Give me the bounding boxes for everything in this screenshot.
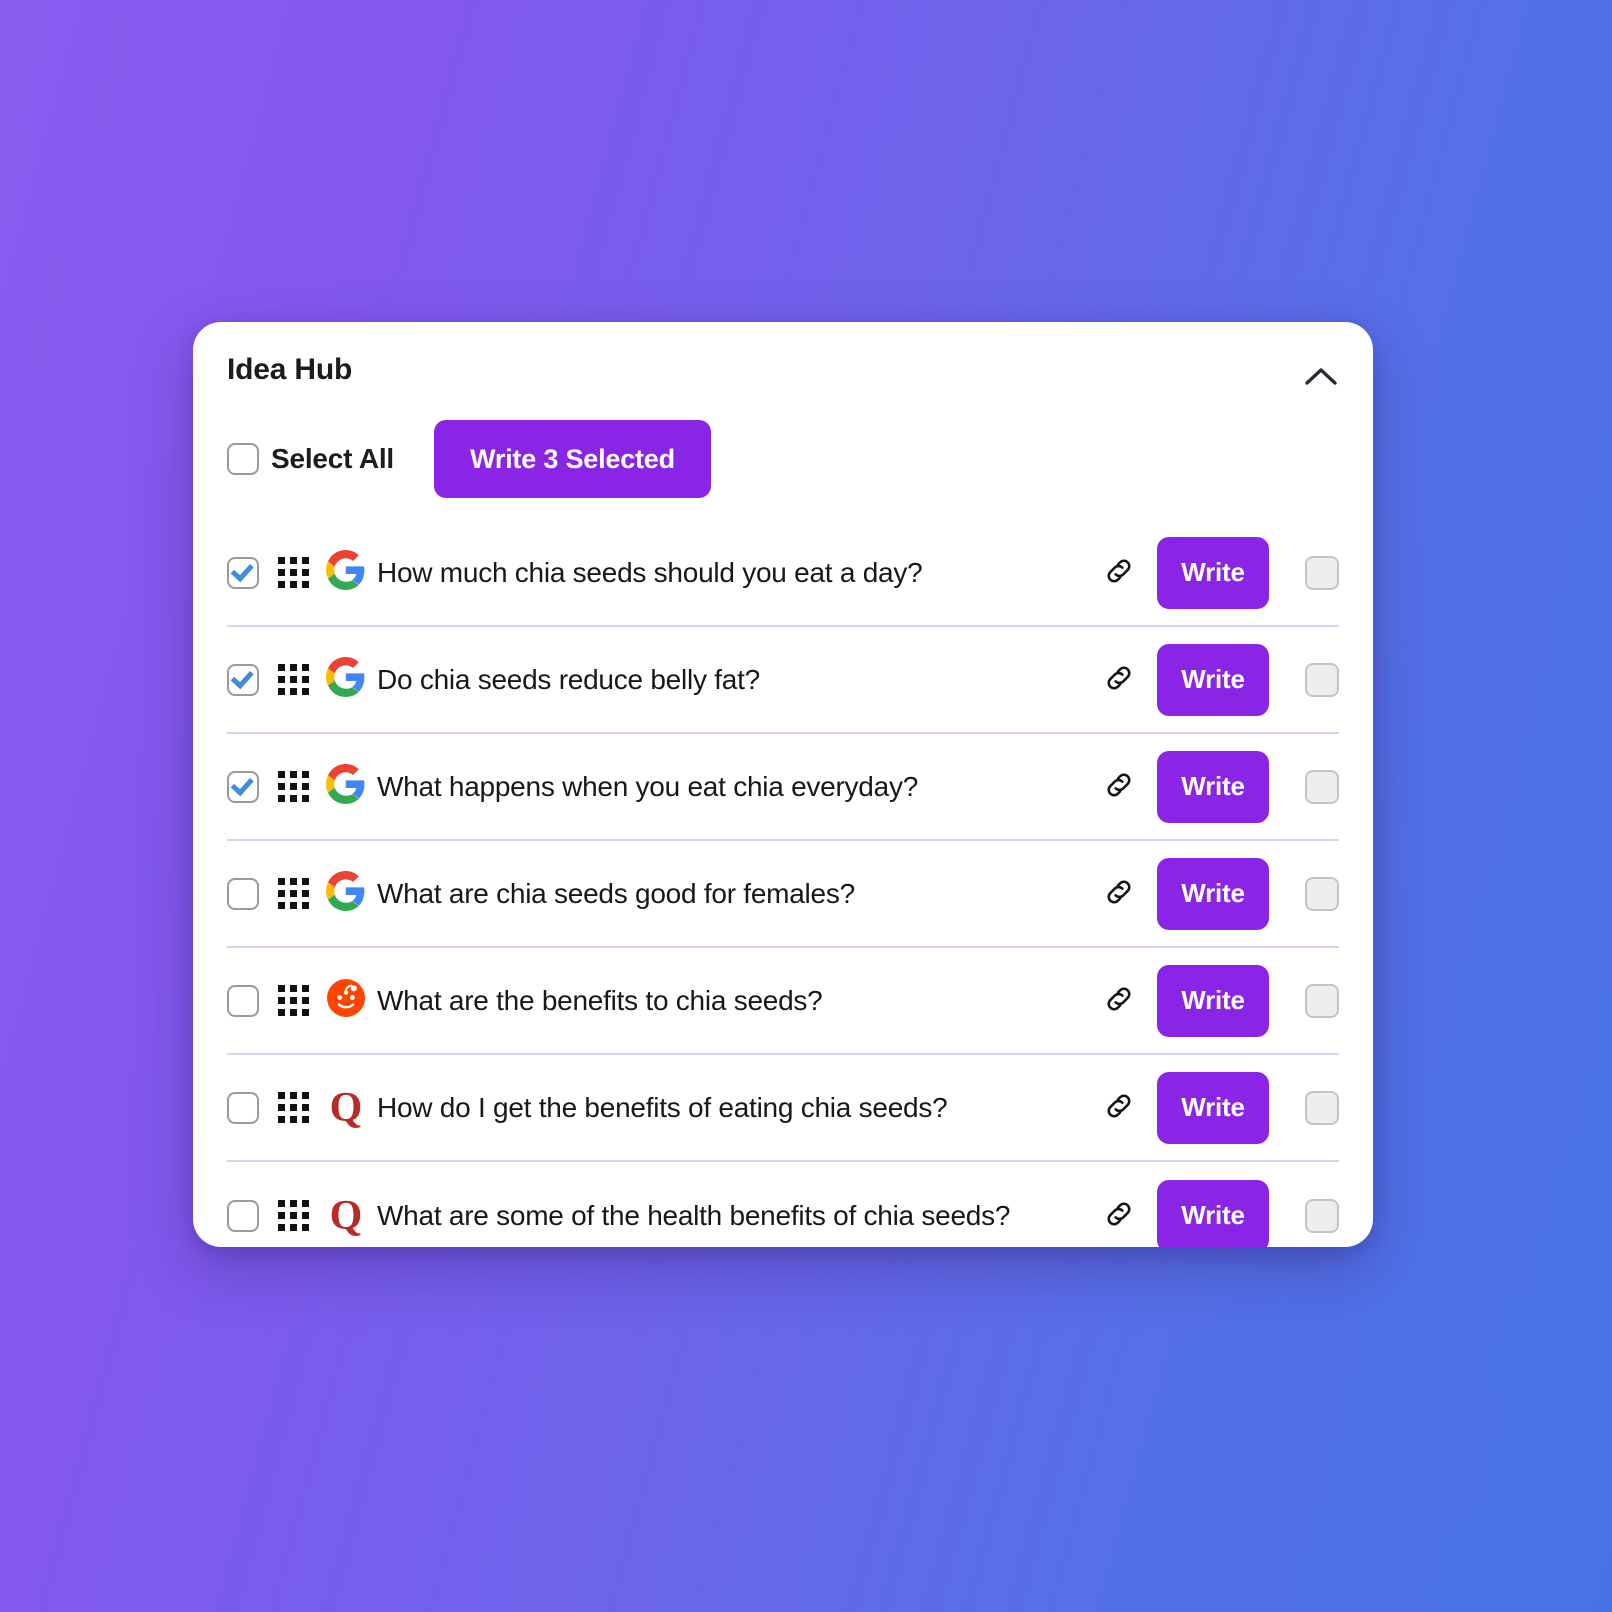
row-source-icon — [315, 978, 377, 1023]
row-keyword-text: What are chia seeds good for females? — [377, 877, 855, 909]
google-icon — [326, 657, 366, 702]
drag-handle-icon — [277, 1200, 309, 1231]
row-select-cell — [227, 663, 271, 696]
row-link-button[interactable] — [1091, 769, 1147, 804]
card-header: Idea Hub — [193, 322, 1373, 398]
drag-handle-icon — [277, 985, 309, 1016]
row-source-icon — [315, 657, 377, 702]
write-selected-button[interactable]: Write 3 Selected — [434, 420, 711, 498]
table-row: What are chia seeds good for females? Wr… — [227, 841, 1339, 948]
quora-icon: Q — [329, 1192, 363, 1239]
table-row: What are the benefits to chia seeds? Wri… — [227, 948, 1339, 1055]
row-keyword-text: What happens when you eat chia everyday? — [377, 770, 919, 802]
row-drag-handle[interactable] — [271, 1200, 315, 1231]
link-icon — [1103, 769, 1135, 804]
row-drag-handle[interactable] — [271, 771, 315, 802]
row-select-cell — [227, 1091, 271, 1124]
row-write-button[interactable]: Write — [1157, 964, 1269, 1037]
row-status-checkbox[interactable] — [1305, 662, 1339, 697]
row-source-icon: Q — [315, 1087, 377, 1129]
table-row: How much chia seeds should you eat a day… — [227, 520, 1339, 627]
google-icon — [326, 550, 366, 595]
row-write-button[interactable]: Write — [1157, 1071, 1269, 1144]
row-status-checkbox[interactable] — [1305, 1090, 1339, 1125]
drag-handle-icon — [277, 664, 309, 695]
collapse-card-button[interactable] — [1299, 354, 1343, 398]
reddit-icon — [326, 978, 366, 1023]
row-drag-handle[interactable] — [271, 664, 315, 695]
row-checkbox[interactable] — [227, 1091, 259, 1124]
google-icon — [326, 764, 366, 809]
row-keyword-text: How do I get the benefits of eating chia… — [377, 1091, 948, 1123]
row-status-checkbox[interactable] — [1305, 769, 1339, 804]
row-select-cell — [227, 877, 271, 910]
row-checkbox[interactable] — [227, 663, 259, 696]
row-status-checkbox[interactable] — [1305, 555, 1339, 590]
table-row: Q What are some of the health benefits o… — [227, 1162, 1339, 1247]
quora-icon: Q — [329, 1084, 363, 1131]
row-drag-handle[interactable] — [271, 985, 315, 1016]
row-write-button[interactable]: Write — [1157, 536, 1269, 609]
row-link-button[interactable] — [1091, 662, 1147, 697]
select-all-label: Select All — [271, 443, 395, 474]
row-source-icon — [315, 871, 377, 916]
row-source-icon — [315, 550, 377, 595]
row-status-checkbox[interactable] — [1305, 1198, 1339, 1233]
row-source-icon: Q — [315, 1195, 377, 1237]
idea-list: How much chia seeds should you eat a day… — [193, 520, 1373, 1247]
row-write-button[interactable]: Write — [1157, 1179, 1269, 1247]
row-checkbox[interactable] — [227, 984, 259, 1017]
row-link-button[interactable] — [1091, 1198, 1147, 1233]
select-all-checkbox[interactable] — [227, 443, 259, 475]
table-row: Q How do I get the benefits of eating ch… — [227, 1055, 1339, 1162]
row-source-icon — [315, 764, 377, 809]
toolbar: Select All Write 3 Selected — [193, 398, 1373, 498]
link-icon — [1103, 1090, 1135, 1125]
row-checkbox[interactable] — [227, 556, 259, 589]
link-icon — [1103, 1198, 1135, 1233]
drag-handle-icon — [277, 878, 309, 909]
chevron-up-icon — [1304, 365, 1338, 387]
row-select-cell — [227, 1199, 271, 1232]
row-drag-handle[interactable] — [271, 557, 315, 588]
link-icon — [1103, 555, 1135, 590]
row-status-checkbox[interactable] — [1305, 983, 1339, 1018]
row-write-button[interactable]: Write — [1157, 857, 1269, 930]
screen-background: Idea Hub Select All Write 3 Selected How… — [0, 0, 1612, 1612]
row-checkbox[interactable] — [227, 770, 259, 803]
idea-hub-card: Idea Hub Select All Write 3 Selected How… — [193, 322, 1373, 1247]
row-keyword-text: What are the benefits to chia seeds? — [377, 984, 823, 1016]
row-drag-handle[interactable] — [271, 878, 315, 909]
link-icon — [1103, 876, 1135, 911]
drag-handle-icon — [277, 557, 309, 588]
row-keyword-text: Do chia seeds reduce belly fat? — [377, 663, 760, 695]
link-icon — [1103, 662, 1135, 697]
table-row: Do chia seeds reduce belly fat? Write — [227, 627, 1339, 734]
row-link-button[interactable] — [1091, 1090, 1147, 1125]
google-icon — [326, 871, 366, 916]
row-keyword-text: What are some of the health benefits of … — [377, 1199, 1011, 1231]
link-icon — [1103, 983, 1135, 1018]
row-checkbox[interactable] — [227, 1199, 259, 1232]
row-keyword-text: How much chia seeds should you eat a day… — [377, 556, 923, 588]
row-write-button[interactable]: Write — [1157, 750, 1269, 823]
row-link-button[interactable] — [1091, 555, 1147, 590]
row-write-button[interactable]: Write — [1157, 643, 1269, 716]
row-status-checkbox[interactable] — [1305, 876, 1339, 911]
drag-handle-icon — [277, 771, 309, 802]
select-all-control[interactable]: Select All — [227, 443, 394, 475]
row-checkbox[interactable] — [227, 877, 259, 910]
row-link-button[interactable] — [1091, 983, 1147, 1018]
row-select-cell — [227, 770, 271, 803]
page-title: Idea Hub — [227, 353, 353, 386]
drag-handle-icon — [277, 1092, 309, 1123]
row-select-cell — [227, 556, 271, 589]
row-link-button[interactable] — [1091, 876, 1147, 911]
table-row: What happens when you eat chia everyday?… — [227, 734, 1339, 841]
row-select-cell — [227, 984, 271, 1017]
row-drag-handle[interactable] — [271, 1092, 315, 1123]
